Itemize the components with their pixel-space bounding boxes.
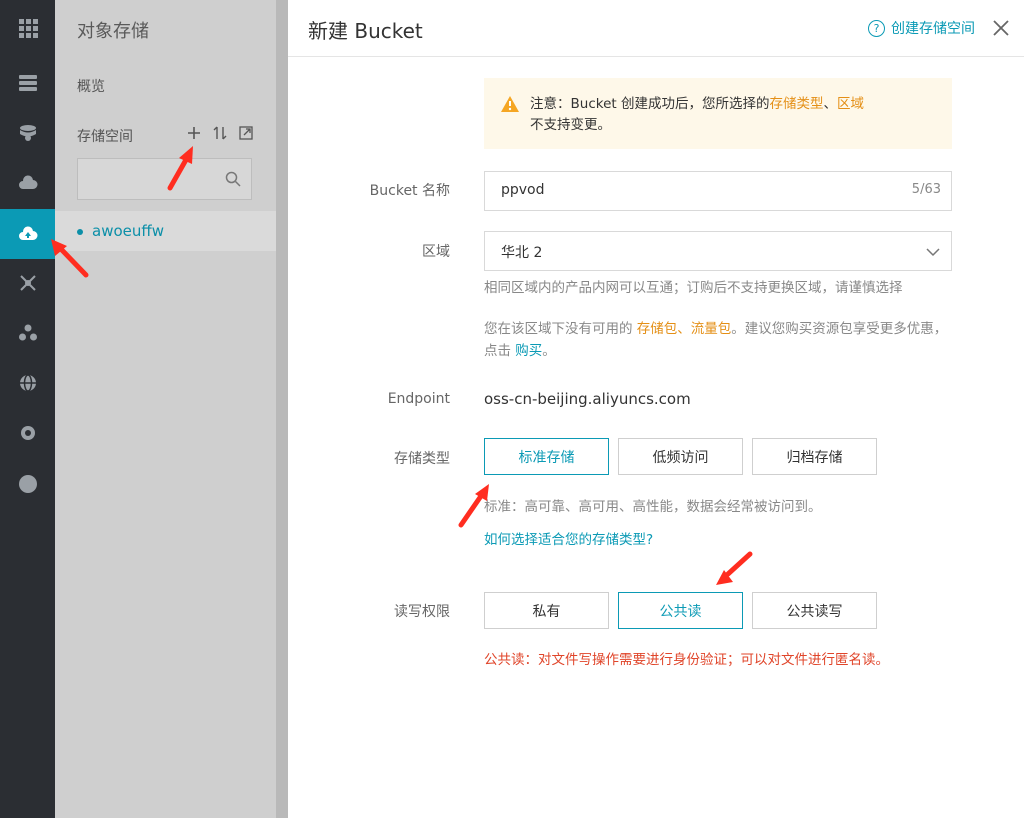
resource-package-hint: 您在该区域下没有可用的 存储包、流量包。建议您购买资源包享受更多优惠，点击 购买… — [484, 318, 954, 362]
notice-box: 注意：Bucket 创建成功后，您所选择的存储类型、区域不支持变更。 — [484, 78, 952, 149]
bucket-list-item[interactable]: awoeuffw — [55, 211, 276, 251]
chevron-down-icon — [926, 248, 940, 257]
storage-type-label: 存储类型 — [394, 451, 450, 467]
buy-link[interactable]: 购买 — [515, 343, 542, 359]
bucket-name-input[interactable]: ppvod 5/63 — [484, 171, 952, 211]
server-icon[interactable] — [0, 58, 55, 108]
warning-icon — [501, 96, 519, 112]
region-value: 华北 2 — [501, 245, 543, 261]
bucket-status-dot — [77, 229, 83, 235]
bucket-name-label: Bucket 名称 — [369, 183, 450, 199]
notice-text: 注意：Bucket 创建成功后，您所选择的存储类型、区域不支持变更。 — [530, 94, 940, 136]
divider-strip — [276, 0, 288, 818]
question-icon: ? — [868, 19, 885, 37]
add-bucket-icon[interactable] — [185, 124, 203, 142]
create-bucket-panel: 新建 Bucket ? 创建存储空间 注意：Bucket 创建成功后，您所选择的… — [288, 0, 1024, 818]
storage-type-standard[interactable]: 标准存储 — [484, 438, 609, 475]
notice-sep: 、 — [823, 96, 837, 112]
cloud-icon[interactable] — [0, 158, 55, 208]
traffic-package-link[interactable]: 流量包 — [691, 321, 732, 337]
sidebar-title: 对象存储 — [77, 21, 149, 42]
storage-tools — [185, 124, 255, 142]
storage-type-help-link[interactable]: 如何选择适合您的存储类型? — [484, 529, 954, 551]
acl-public-read-write[interactable]: 公共读写 — [752, 592, 877, 629]
bucket-name: awoeuffw — [92, 222, 164, 240]
region-label: 区域 — [422, 244, 450, 260]
pkg-prefix: 您在该区域下没有可用的 — [484, 321, 637, 337]
acl-label: 读写权限 — [394, 604, 450, 620]
bucket-search-input[interactable] — [77, 158, 252, 200]
oss-sidebar: 对象存储 概览 存储空间 awoeuffw — [55, 0, 276, 818]
sort-icon[interactable] — [211, 124, 229, 142]
globe-icon[interactable] — [0, 358, 55, 408]
oss-cloud-icon[interactable] — [0, 209, 55, 259]
acl-private[interactable]: 私有 — [484, 592, 609, 629]
pkg-end: 。 — [542, 343, 556, 359]
region-select[interactable]: 华北 2 — [484, 231, 952, 271]
endpoint-label: Endpoint — [387, 391, 450, 407]
close-icon[interactable] — [990, 17, 1012, 39]
network-icon[interactable] — [0, 258, 55, 308]
pkg-sep: 、 — [677, 321, 691, 337]
expand-icon[interactable] — [237, 124, 255, 142]
notice-region-word: 区域 — [836, 96, 864, 112]
bucket-name-counter: 5/63 — [911, 182, 941, 197]
acl-public-read[interactable]: 公共读 — [618, 592, 743, 629]
icon-rail — [0, 0, 55, 818]
storage-package-link[interactable]: 存储包 — [637, 321, 678, 337]
storage-type-archive[interactable]: 归档存储 — [752, 438, 877, 475]
notice-type-word: 存储类型 — [769, 96, 824, 112]
cluster-icon[interactable] — [0, 308, 55, 358]
endpoint-value: oss-cn-beijing.aliyuncs.com — [484, 390, 691, 408]
sidebar-storage-label: 存储空间 — [77, 129, 133, 145]
notice-suffix: 不支持变更。 — [530, 117, 611, 133]
apps-grid-icon[interactable] — [0, 3, 55, 53]
storage-type-desc: 标准：高可靠、高可用、高性能，数据会经常被访问到。 — [484, 499, 822, 515]
help-link[interactable]: ? 创建存储空间 — [868, 18, 975, 38]
database-icon[interactable] — [0, 108, 55, 158]
bucket-name-value: ppvod — [501, 182, 545, 198]
notice-prefix: 注意：Bucket 创建成功后，您所选择的 — [530, 96, 770, 112]
circle-icon[interactable] — [0, 459, 55, 509]
acl-warning: 公共读：对文件写操作需要进行身份验证；可以对文件进行匿名读。 — [484, 652, 889, 668]
panel-title: 新建 Bucket — [308, 19, 423, 43]
help-link-label: 创建存储空间 — [891, 21, 975, 37]
sidebar-item-overview[interactable]: 概览 — [77, 76, 105, 96]
region-hint: 相同区域内的产品内网可以互通；订购后不支持更换区域，请谨慎选择 — [484, 280, 903, 296]
gear-cloud-icon[interactable] — [0, 408, 55, 458]
search-icon[interactable] — [225, 171, 241, 187]
panel-header: 新建 Bucket ? 创建存储空间 — [288, 0, 1024, 57]
storage-type-infrequent[interactable]: 低频访问 — [618, 438, 743, 475]
